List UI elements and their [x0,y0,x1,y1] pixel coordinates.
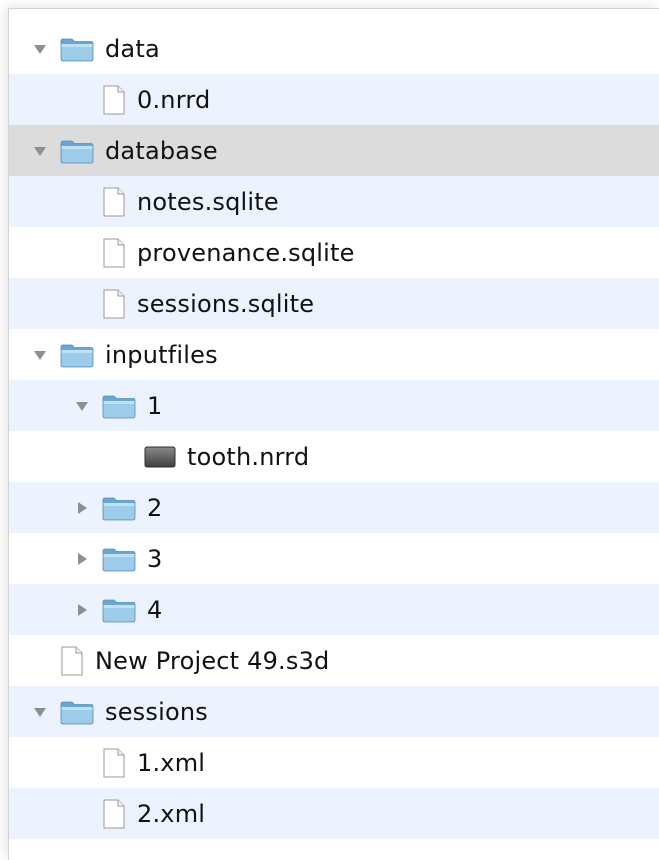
item-label: 2 [147,493,163,522]
folder-row[interactable]: database [9,125,659,176]
file-row[interactable]: sessions.sqlite [9,278,659,329]
folder-row[interactable]: sessions [9,686,659,737]
disclosure-collapsed-icon[interactable] [70,496,94,520]
item-label: tooth.nrrd [187,442,310,471]
folder-row[interactable]: inputfiles [9,329,659,380]
item-label: database [105,136,218,165]
file-row[interactable]: 0.nrrd [9,74,659,125]
folder-row[interactable]: 3 [9,533,659,584]
file-tree: data 0.nrrd database notes.sqlite provenance… [9,23,659,839]
item-label: 1 [147,391,163,420]
item-label: 2.xml [137,799,206,828]
file-row[interactable]: 2.xml [9,788,659,839]
disclosure-expanded-icon[interactable] [70,394,94,418]
folder-row[interactable]: data [9,23,659,74]
file-row[interactable]: tooth.nrrd [9,431,659,482]
folder-icon [60,36,94,62]
folder-icon [102,546,136,572]
folder-icon [60,138,94,164]
item-label: provenance.sqlite [137,238,355,267]
file-row[interactable]: 1.xml [9,737,659,788]
folder-icon [60,342,94,368]
document-icon [102,85,126,115]
file-row[interactable]: New Project 49.s3d [9,635,659,686]
item-label: 4 [147,595,163,624]
item-label: 0.nrrd [137,85,211,114]
image-file-icon [144,445,176,469]
document-icon [102,289,126,319]
finder-list-window: data 0.nrrd database notes.sqlite provenance… [8,8,659,860]
folder-icon [60,699,94,725]
folder-row[interactable]: 4 [9,584,659,635]
item-label: sessions.sqlite [137,289,315,318]
folder-icon [102,495,136,521]
folder-icon [102,597,136,623]
item-label: notes.sqlite [137,187,279,216]
folder-row[interactable]: 2 [9,482,659,533]
document-icon [102,187,126,217]
folder-icon [102,393,136,419]
disclosure-expanded-icon[interactable] [28,37,52,61]
item-label: 3 [147,544,163,573]
disclosure-expanded-icon[interactable] [28,343,52,367]
disclosure-expanded-icon[interactable] [28,700,52,724]
document-icon [102,748,126,778]
item-label: sessions [105,697,208,726]
document-icon [102,238,126,268]
document-icon [102,799,126,829]
disclosure-collapsed-icon[interactable] [70,547,94,571]
disclosure-collapsed-icon[interactable] [70,598,94,622]
item-label: 1.xml [137,748,206,777]
file-row[interactable]: notes.sqlite [9,176,659,227]
document-icon [60,646,84,676]
item-label: New Project 49.s3d [95,646,330,675]
file-row[interactable]: provenance.sqlite [9,227,659,278]
item-label: data [105,34,160,63]
item-label: inputfiles [105,340,218,369]
folder-row[interactable]: 1 [9,380,659,431]
disclosure-expanded-icon[interactable] [28,139,52,163]
